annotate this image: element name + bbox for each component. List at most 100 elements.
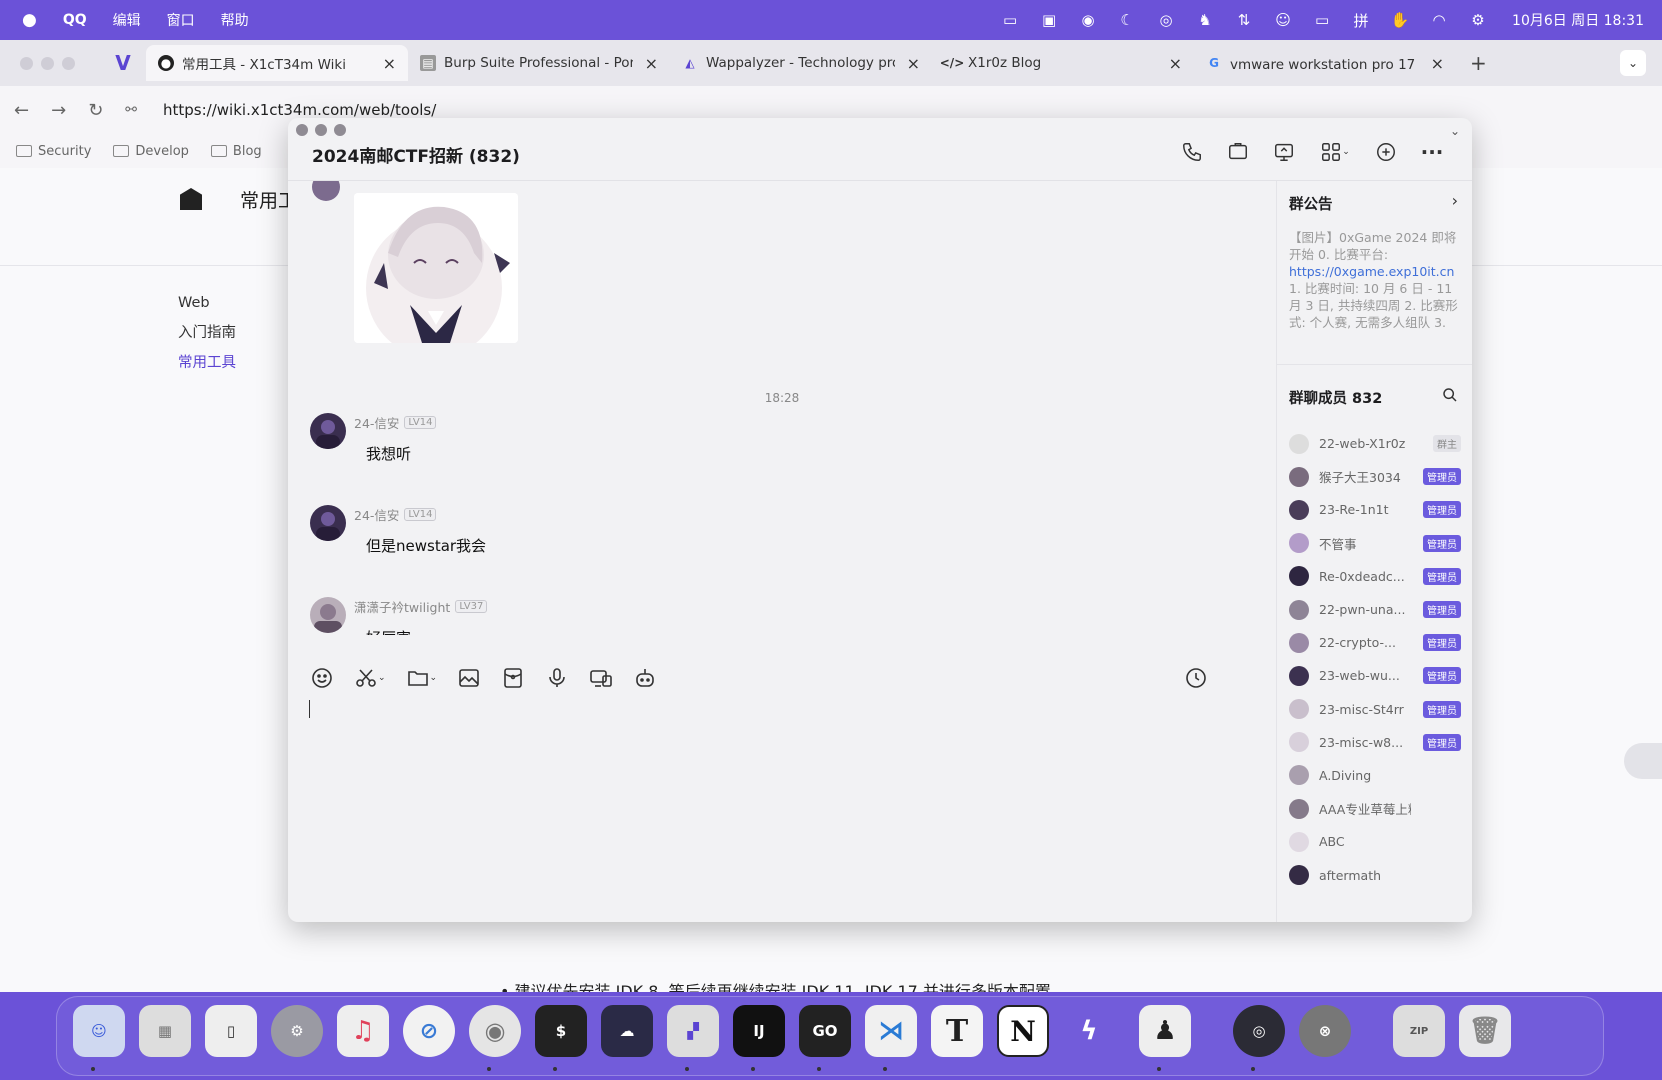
chevron-right-icon[interactable]: › <box>1452 191 1458 210</box>
menu-window[interactable]: 窗口 <box>167 10 195 30</box>
message-bubble[interactable]: 我想听 <box>354 435 424 472</box>
screen-share-icon[interactable] <box>1272 140 1296 164</box>
member-item[interactable]: 22-web-X1r0z 群主 <box>1289 427 1461 460</box>
vivaldi-logo-icon[interactable]: V <box>110 51 136 75</box>
avatar[interactable] <box>310 597 346 633</box>
close-tab-icon[interactable]: × <box>907 54 920 73</box>
message-bubble[interactable]: 好厉害 <box>354 619 424 635</box>
member-item[interactable]: 猴子大王3034 管理员 <box>1289 460 1461 493</box>
chrome-icon[interactable]: ◉ <box>469 1005 521 1057</box>
obs-icon[interactable]: ◎ <box>1233 1005 1285 1057</box>
virtual-machine-icon[interactable]: ▞ <box>667 1005 719 1057</box>
tab-burp[interactable]: ▤ Burp Suite Professional - Portswigger … <box>408 45 670 81</box>
back-arrow-icon[interactable]: ← <box>14 100 29 121</box>
file-folder-icon[interactable]: ⌄ <box>406 666 437 690</box>
avatar[interactable] <box>312 181 340 201</box>
collapse-chevron-icon[interactable]: ⌄ <box>1450 124 1460 138</box>
member-item[interactable]: 22-pwn-una... 管理员 <box>1289 593 1461 626</box>
site-settings-icon[interactable]: ⚯ <box>125 102 137 118</box>
red-packet-icon[interactable] <box>501 666 525 690</box>
robot-icon[interactable] <box>633 666 657 690</box>
app-menu[interactable]: QQ <box>63 12 87 28</box>
image-icon[interactable] <box>457 666 481 690</box>
more-icon[interactable]: ··· <box>1420 140 1444 164</box>
qq-minimize-button[interactable] <box>315 124 327 136</box>
cloud-app-icon[interactable]: ☁ <box>601 1005 653 1057</box>
member-item[interactable]: aftermath <box>1289 858 1461 891</box>
member-item[interactable]: AAA专业草莓上籽 <box>1289 792 1461 825</box>
apple-menu-icon[interactable]: ● <box>22 10 37 30</box>
launchpad-icon[interactable]: ▦ <box>139 1005 191 1057</box>
trash-icon[interactable]: 🗑 <box>1459 1005 1511 1057</box>
goland-icon[interactable]: GO <box>799 1005 851 1057</box>
typora-icon[interactable]: T <box>931 1005 983 1057</box>
maximize-window-button[interactable] <box>62 56 75 70</box>
cat-icon[interactable]: ♞ <box>1194 11 1216 29</box>
member-item[interactable]: ABC <box>1289 825 1461 858</box>
emoji-icon[interactable] <box>310 666 334 690</box>
sender-name[interactable]: 潇潇子衿twilight <box>354 597 450 616</box>
announcement-title[interactable]: 群公告 <box>1289 193 1333 214</box>
hand-icon[interactable]: ✋ <box>1389 11 1411 29</box>
screen-share-icon[interactable]: ▣ <box>1038 11 1060 29</box>
iphone-mirroring-icon[interactable]: ▯ <box>205 1005 257 1057</box>
close-tab-icon[interactable]: × <box>383 54 396 73</box>
message-input[interactable] <box>309 700 310 718</box>
minimize-window-button[interactable] <box>41 56 54 70</box>
anime-sticker-image[interactable] <box>354 193 518 343</box>
wifi-icon[interactable]: ◠ <box>1428 11 1450 29</box>
menu-help[interactable]: 帮助 <box>221 10 249 30</box>
sidebar-item-guide[interactable]: 入门指南 <box>178 318 236 348</box>
close-window-button[interactable] <box>20 56 33 70</box>
input-method-icon[interactable]: 拼 <box>1350 11 1372 30</box>
intellij-icon[interactable]: IJ <box>733 1005 785 1057</box>
side-panel-handle[interactable] <box>1624 743 1662 779</box>
member-item[interactable]: 23-Re-1n1t 管理员 <box>1289 493 1461 526</box>
bookmark-develop[interactable]: Develop <box>113 144 189 159</box>
member-item[interactable]: 23-web-wu... 管理员 <box>1289 659 1461 692</box>
moon-icon[interactable]: ☾ <box>1116 11 1138 29</box>
system-settings-icon[interactable]: ⚙ <box>271 1005 323 1057</box>
announcement-link[interactable]: https://0xgame.exp10it.cn <box>1289 264 1454 279</box>
notion-icon[interactable]: N <box>997 1005 1049 1057</box>
vscode-icon[interactable]: ⋊ <box>865 1005 917 1057</box>
tab-wiki[interactable]: ● 常用工具 - X1cT34m Wiki × <box>146 45 408 81</box>
apps-grid-icon[interactable]: ⌄ <box>1318 140 1352 164</box>
terminal-icon[interactable]: $ <box>535 1005 587 1057</box>
sender-name[interactable]: 24-信安 <box>354 413 399 432</box>
close-tab-icon[interactable]: × <box>1169 54 1182 73</box>
member-item[interactable]: 不管事 管理员 <box>1289 527 1461 560</box>
avatar[interactable] <box>310 505 346 541</box>
history-clock-icon[interactable] <box>1184 666 1208 690</box>
menu-edit[interactable]: 编辑 <box>113 10 141 30</box>
qq-icon[interactable]: ♟ <box>1139 1005 1191 1057</box>
monitor-icon[interactable]: ▭ <box>1311 11 1333 29</box>
finder-icon[interactable]: ☺ <box>73 1005 125 1057</box>
url-field[interactable]: https://wiki.x1ct34m.com/web/tools/ <box>163 101 436 119</box>
network-monitor-icon[interactable]: ⇅ <box>1233 11 1255 29</box>
avatar[interactable] <box>310 413 346 449</box>
control-center-icon[interactable]: ⚙ <box>1467 11 1489 29</box>
reload-icon[interactable]: ↻ <box>88 100 103 121</box>
sidebar-item-tools[interactable]: 常用工具 <box>178 348 236 378</box>
message-bubble[interactable]: 但是newstar我会 <box>354 527 499 564</box>
safari-icon[interactable]: ⊘ <box>403 1005 455 1057</box>
bolt-icon[interactable]: ϟ <box>1063 1005 1115 1057</box>
add-member-icon[interactable] <box>1374 140 1398 164</box>
sender-name[interactable]: 24-信安 <box>354 505 399 524</box>
screenshot-scissors-icon[interactable]: ⌄ <box>354 666 386 690</box>
screen-record-icon[interactable] <box>589 666 613 690</box>
vpn-status-icon[interactable]: ◎ <box>1155 11 1177 29</box>
close-tab-icon[interactable]: × <box>645 54 658 73</box>
tab-menu-chevron-icon[interactable]: ⌄ <box>1620 50 1646 76</box>
search-icon[interactable] <box>1442 387 1460 405</box>
member-item[interactable]: 23-misc-St4rr 管理员 <box>1289 693 1461 726</box>
music-icon[interactable]: ♫ <box>337 1005 389 1057</box>
member-item[interactable]: 22-crypto-... 管理员 <box>1289 626 1461 659</box>
microphone-icon[interactable] <box>545 666 569 690</box>
tab-blog[interactable]: </> X1r0z Blog × <box>932 45 1194 81</box>
new-tab-button[interactable]: + <box>1470 51 1487 75</box>
close-tab-icon[interactable]: × <box>1431 54 1444 73</box>
tab-google[interactable]: G vmware workstation pro 17 长 × <box>1194 45 1456 81</box>
sidebar-item-web[interactable]: Web <box>178 288 236 318</box>
